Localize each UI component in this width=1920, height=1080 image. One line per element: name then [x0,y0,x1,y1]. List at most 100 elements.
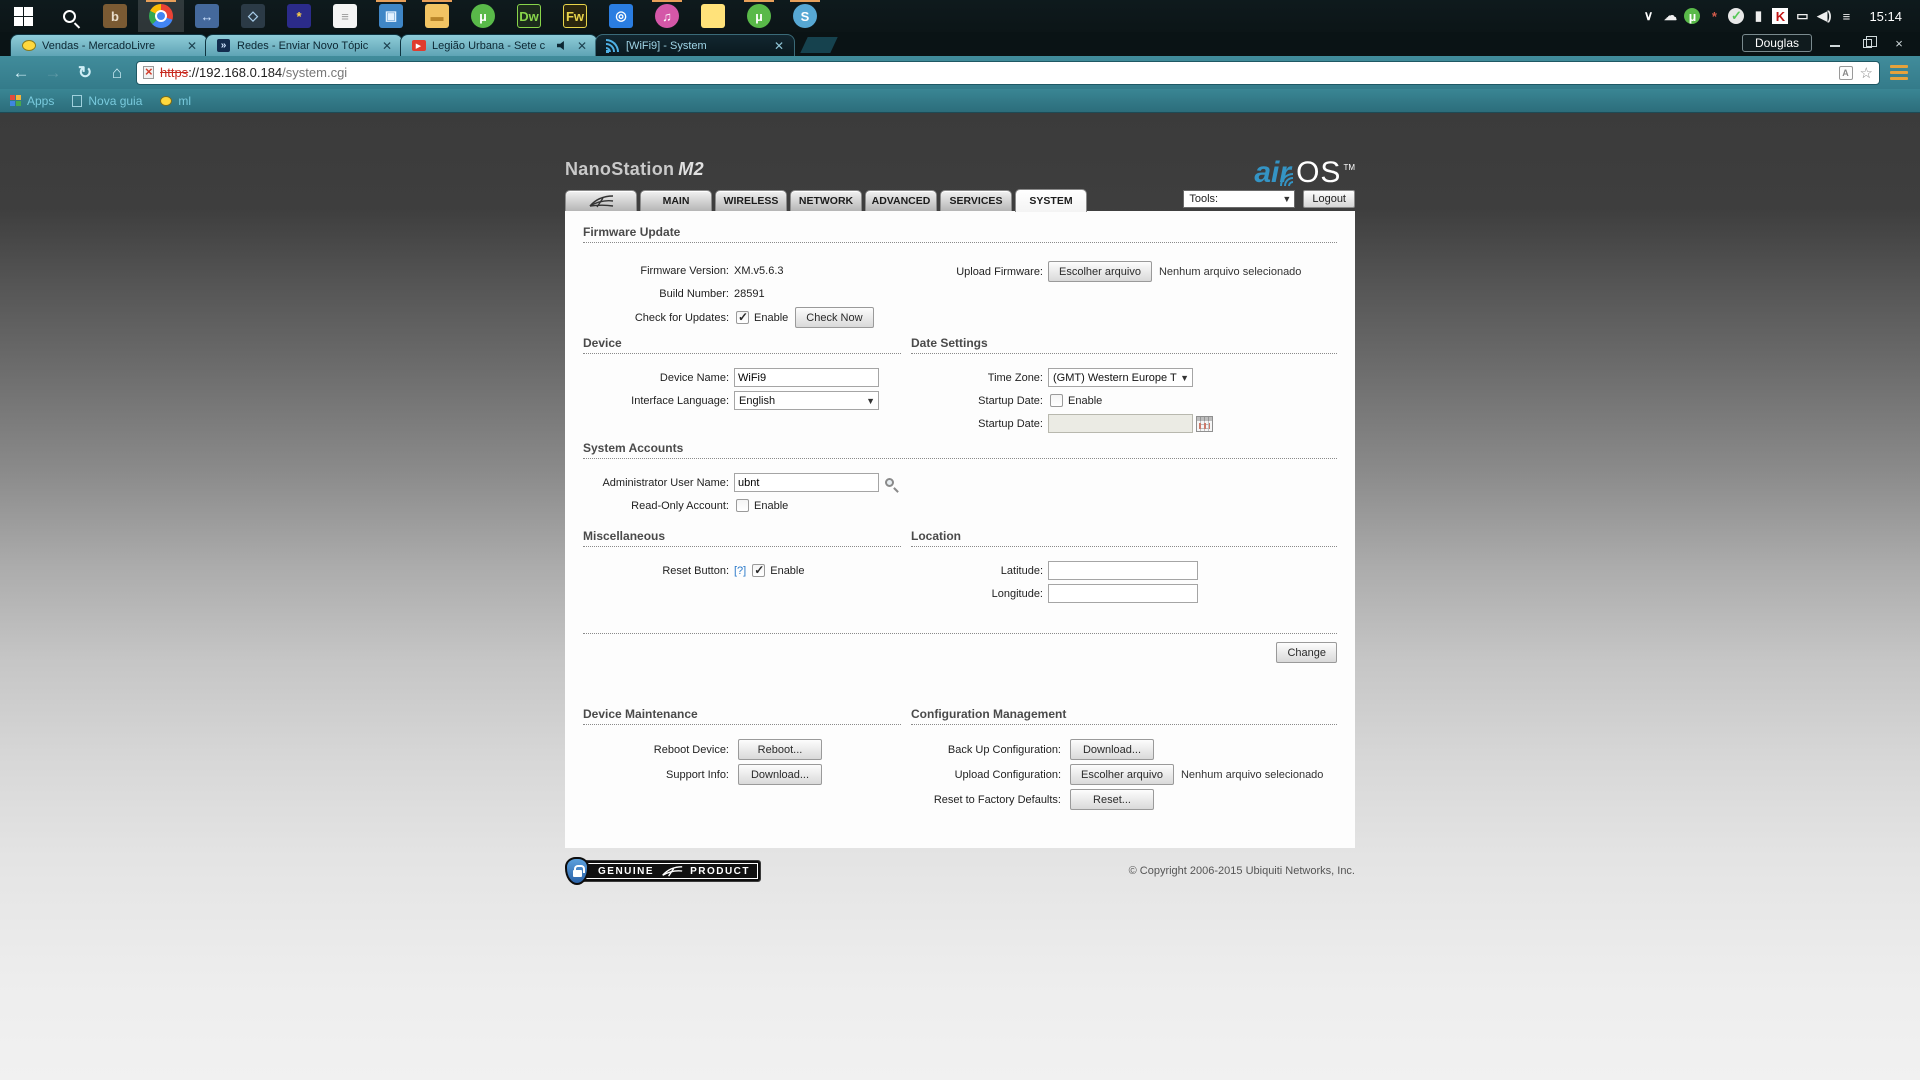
tab-wireless[interactable]: WIRELESS [715,190,787,211]
utorrent2-icon[interactable]: µ [736,0,782,32]
chrome-menu-icon[interactable] [1886,62,1912,84]
home-button[interactable]: ⌂ [104,60,130,86]
address-bar[interactable]: × https://192.168.0.184/system.cgi A ☆ [136,61,1880,85]
mercadolivre-favicon [21,38,36,53]
virtualbox-icon[interactable]: ◇ [230,0,276,32]
browser-tab-3[interactable]: ▶ Legião Urbana - Sete c ✕ [400,34,598,56]
browser-tab-2[interactable]: » Redes - Enviar Novo Tópic ✕ [205,34,403,56]
section-heading: Location [911,529,1337,547]
restore-button[interactable] [1852,34,1882,52]
logout-button[interactable]: Logout [1303,190,1355,208]
tab-close-icon[interactable]: ✕ [575,41,589,51]
check-now-button[interactable]: Check Now [795,307,873,328]
startup-date-checkbox[interactable] [1050,394,1063,407]
remote-desktop-icon[interactable]: ↔ [184,0,230,32]
kaspersky-icon[interactable]: K [1769,5,1791,27]
tab-ubiquiti-logo[interactable] [565,190,637,211]
reboot-button[interactable]: Reboot... [738,739,822,760]
taskbar-clock[interactable]: 15:14 [1859,9,1910,24]
chrome-icon[interactable] [138,0,184,32]
section-heading: System Accounts [583,441,1337,459]
change-button[interactable]: Change [1276,642,1337,663]
tab-system[interactable]: SYSTEM [1015,189,1087,212]
notepad-icon[interactable]: ≡ [322,0,368,32]
insecure-page-icon[interactable]: × [143,66,154,79]
startup-date-label: Startup Date: [911,418,1043,430]
search-icon[interactable] [46,0,92,32]
profile-button[interactable]: Douglas [1742,34,1812,52]
bookmarks-bar: Apps Nova guia ml [0,89,1920,113]
interface-language-select[interactable]: English ▼ [734,391,879,410]
section-heading: Configuration Management [911,707,1337,725]
admin-username-input[interactable] [734,473,879,492]
mercadolivre-icon [160,96,172,106]
tools-dropdown[interactable]: Tools: ▼ [1183,190,1295,208]
downloader-app-icon[interactable]: b [92,0,138,32]
help-link[interactable]: [?] [734,565,746,577]
bookmark-apps[interactable]: Apps [10,94,54,108]
volume-icon[interactable]: ◀) [1813,5,1835,27]
sticky-notes-icon[interactable] [690,0,736,32]
tray-chevron-icon[interactable]: ∨ [1637,5,1659,27]
reset-button-checkbox[interactable] [752,564,765,577]
tab-services[interactable]: SERVICES [940,190,1012,211]
device-name-input[interactable] [734,368,879,387]
windows-start-icon[interactable] [0,0,46,32]
action-center-icon[interactable]: ≡ [1835,5,1857,27]
dreamweaver-icon[interactable]: Dw [506,0,552,32]
support-download-button[interactable]: Download... [738,764,822,785]
close-button[interactable]: × [1884,34,1914,52]
new-tab-button[interactable] [800,37,837,53]
network-display-icon[interactable]: ▭ [1791,5,1813,27]
tab-network[interactable]: NETWORK [790,190,862,211]
edit-password-icon[interactable] [885,478,894,487]
tab-close-icon[interactable]: ✕ [185,41,199,51]
bookmark-nova-guia[interactable]: Nova guia [72,94,142,108]
back-button[interactable]: ← [8,60,34,86]
choose-file-button[interactable]: Escolher arquivo [1070,764,1174,785]
tab-audio-icon[interactable] [557,41,569,51]
latitude-input[interactable] [1048,561,1198,580]
bookmark-star-icon[interactable]: ☆ [1860,64,1873,82]
airos-header: NanoStationM2 air OS TM [565,113,1355,188]
section-heading: Date Settings [911,336,1337,354]
check-updates-checkbox[interactable] [736,311,749,324]
wifi-arcs-icon [1279,174,1293,186]
utorrent-icon[interactable]: µ [460,0,506,32]
system-panel: Firmware Update Firmware Version: XM.v5.… [565,211,1355,848]
calendar-icon[interactable] [1196,416,1213,432]
tab-main[interactable]: MAIN [640,190,712,211]
reload-button[interactable]: ↻ [72,60,98,86]
status-check-icon[interactable]: ✓ [1725,5,1747,27]
paint-app-icon[interactable]: * [276,0,322,32]
longitude-input[interactable] [1048,584,1198,603]
translate-icon[interactable]: A [1839,66,1853,80]
bookmark-ml[interactable]: ml [160,94,191,108]
browser-tab-1[interactable]: Vendas - MercadoLivre ✕ [10,34,208,56]
music-app-icon[interactable]: ♫ [644,0,690,32]
magnifier-icon [63,10,76,23]
utorrent-tray-icon[interactable]: µ [1681,5,1703,27]
divider [583,633,1337,634]
browser-tab-active[interactable]: [WiFi9] - System ✕ [595,34,795,56]
tab-close-icon[interactable]: ✕ [380,41,394,51]
backup-download-button[interactable]: Download... [1070,739,1154,760]
fireworks-icon[interactable]: Fw [552,0,598,32]
readonly-account-checkbox[interactable] [736,499,749,512]
usb-icon[interactable]: ▮ [1747,5,1769,27]
check-updates-label: Check for Updates: [583,312,729,324]
file-explorer-icon[interactable]: ▬ [414,0,460,32]
time-zone-select[interactable]: (GMT) Western Europe T ▼ [1048,368,1193,387]
tab-close-icon[interactable]: ✕ [772,41,786,51]
choose-file-button[interactable]: Escolher arquivo [1048,261,1152,282]
minimize-button[interactable] [1820,34,1850,52]
onedrive-icon[interactable]: ☁ [1659,5,1681,27]
photo-viewer-icon[interactable]: ▣ [368,0,414,32]
forward-button[interactable]: → [40,60,66,86]
airos-logo: air OS TM [1254,160,1355,188]
skype-icon[interactable]: S [782,0,828,32]
teamviewer-icon[interactable]: ◎ [598,0,644,32]
tab-advanced[interactable]: ADVANCED [865,190,937,211]
factory-reset-button[interactable]: Reset... [1070,789,1154,810]
hardware-tray-icon[interactable]: * [1703,5,1725,27]
